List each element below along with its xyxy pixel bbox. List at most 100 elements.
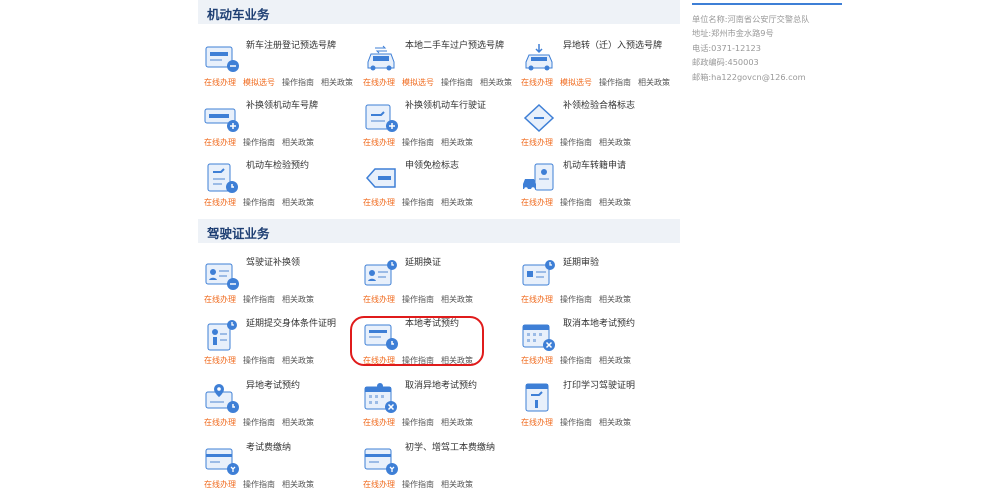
policy-link[interactable]: 相关政策 [441, 198, 473, 207]
policy-link[interactable]: 相关政策 [282, 418, 314, 427]
guide-link[interactable]: 操作指南 [402, 198, 434, 207]
service-title: 延期审验 [563, 258, 600, 268]
contact-phone: 电话:0371-12123 [692, 42, 761, 53]
contact-postcode: 邮政编码:450003 [692, 57, 759, 68]
online-link[interactable]: 在线办理 [363, 78, 395, 87]
online-link[interactable]: 在线办理 [204, 138, 236, 147]
online-link[interactable]: 在线办理 [363, 480, 395, 489]
guide-link[interactable]: 操作指南 [402, 295, 434, 304]
service-item-health-cert[interactable]: 延期提交身体条件证明 在线办理 操作指南 相关政策 [200, 318, 350, 366]
vehicle-transfer-icon [521, 162, 557, 194]
online-link[interactable]: 在线办理 [363, 138, 395, 147]
online-link[interactable]: 在线办理 [521, 418, 553, 427]
online-link[interactable]: 在线办理 [204, 418, 236, 427]
policy-link[interactable]: 相关政策 [599, 138, 631, 147]
policy-link[interactable]: 相关政策 [480, 78, 512, 87]
guide-link[interactable]: 操作指南 [560, 295, 592, 304]
guide-link[interactable]: 操作指南 [560, 198, 592, 207]
online-link[interactable]: 在线办理 [204, 295, 236, 304]
online-link[interactable]: 在线办理 [363, 198, 395, 207]
policy-link[interactable]: 相关政策 [321, 78, 353, 87]
service-item-license-extend[interactable]: 延期换证 在线办理 操作指南 相关政策 [359, 257, 509, 305]
car-transfer-icon [363, 42, 399, 74]
guide-link[interactable]: 操作指南 [282, 78, 314, 87]
service-item-review-extend[interactable]: 延期审验 在线办理 操作指南 相关政策 [517, 257, 667, 305]
service-title: 考试费缴纳 [246, 443, 292, 453]
service-title: 异地考试预约 [246, 381, 301, 391]
online-link[interactable]: 在线办理 [363, 418, 395, 427]
guide-link[interactable]: 操作指南 [243, 418, 275, 427]
guide-link[interactable]: 操作指南 [599, 78, 631, 87]
policy-link[interactable]: 相关政策 [599, 198, 631, 207]
policy-link[interactable]: 相关政策 [638, 78, 670, 87]
guide-link[interactable]: 操作指南 [402, 418, 434, 427]
service-item-vehicle-transfer[interactable]: 机动车转籍申请 在线办理 操作指南 相关政策 [517, 160, 667, 208]
policy-link[interactable]: 相关政策 [282, 480, 314, 489]
service-item-cancel-exam[interactable]: 取消本地考试预约 在线办理 操作指南 相关政策 [517, 318, 667, 366]
contact-address: 地址:郑州市金水路9号 [692, 28, 774, 39]
contact-email[interactable]: 邮箱:ha122govcn@126.com [692, 70, 809, 84]
service-item-local-transfer[interactable]: 本地二手车过户预选号牌 在线办理 模拟选号 操作指南 相关政策 [359, 40, 512, 88]
guide-link[interactable]: 操作指南 [243, 138, 275, 147]
service-title: 取消本地考试预约 [563, 319, 636, 329]
policy-link[interactable]: 相关政策 [441, 418, 473, 427]
service-title: 取消异地考试预约 [405, 381, 478, 391]
print-study-cert-icon [521, 382, 557, 414]
policy-link[interactable]: 相关政策 [441, 138, 473, 147]
online-link[interactable]: 在线办理 [204, 480, 236, 489]
guide-link[interactable]: 操作指南 [402, 138, 434, 147]
service-item-license-card[interactable]: 驾驶证补换领 在线办理 操作指南 相关政策 [200, 257, 350, 305]
online-link[interactable]: 在线办理 [521, 295, 553, 304]
service-item-remote-arrival[interactable]: 异地转（迁）入预选号牌 在线办理 模拟选号 操作指南 相关政策 [517, 40, 670, 88]
policy-link[interactable]: 相关政策 [282, 356, 314, 365]
guide-link[interactable]: 操作指南 [402, 480, 434, 489]
service-title: 异地转（迁）入预选号牌 [563, 41, 663, 51]
policy-link[interactable]: 相关政策 [599, 356, 631, 365]
policy-link[interactable]: 相关政策 [441, 295, 473, 304]
online-link[interactable]: 在线办理 [363, 295, 395, 304]
guide-link[interactable]: 操作指南 [560, 356, 592, 365]
guide-link[interactable]: 操作指南 [243, 480, 275, 489]
mock-select-link[interactable]: 模拟选号 [243, 78, 275, 87]
service-item-plate-replace[interactable]: 补换领机动车号牌 在线办理 操作指南 相关政策 [200, 100, 350, 148]
online-link[interactable]: 在线办理 [521, 356, 553, 365]
service-title: 补换领机动车行驶证 [405, 101, 487, 111]
mock-select-link[interactable]: 模拟选号 [402, 78, 434, 87]
online-link[interactable]: 在线办理 [521, 198, 553, 207]
service-item-inspection-appointment[interactable]: 机动车检验预约 在线办理 操作指南 相关政策 [200, 160, 350, 208]
service-item-inspection-mark[interactable]: 补领检验合格标志 在线办理 操作指南 相关政策 [517, 100, 667, 148]
service-item-exam-fee[interactable]: 考试费缴纳 在线办理 操作指南 相关政策 [200, 442, 350, 490]
policy-link[interactable]: 相关政策 [599, 295, 631, 304]
guide-link[interactable]: 操作指南 [441, 78, 473, 87]
service-item-cancel-remote-exam[interactable]: 取消异地考试预约 在线办理 操作指南 相关政策 [359, 380, 509, 428]
license-section-header: 驾驶证业务 [198, 219, 680, 243]
guide-link[interactable]: 操作指南 [243, 198, 275, 207]
policy-link[interactable]: 相关政策 [282, 295, 314, 304]
policy-link[interactable]: 相关政策 [282, 138, 314, 147]
policy-link[interactable]: 相关政策 [599, 418, 631, 427]
service-item-learner-fee[interactable]: 初学、增驾工本费缴纳 在线办理 操作指南 相关政策 [359, 442, 509, 490]
online-link[interactable]: 在线办理 [204, 356, 236, 365]
policy-link[interactable]: 相关政策 [282, 198, 314, 207]
vehicle-section-title: 机动车业务 [207, 7, 270, 22]
mock-select-link[interactable]: 模拟选号 [560, 78, 592, 87]
guide-link[interactable]: 操作指南 [243, 356, 275, 365]
service-item-new-car-plate[interactable]: 新车注册登记预选号牌 在线办理 模拟选号 操作指南 相关政策 [200, 40, 353, 88]
service-title: 本地二手车过户预选号牌 [405, 41, 505, 51]
online-link[interactable]: 在线办理 [204, 78, 236, 87]
online-link[interactable]: 在线办理 [204, 198, 236, 207]
exempt-mark-icon [363, 162, 399, 194]
contact-accent-line [692, 3, 842, 5]
guide-link[interactable]: 操作指南 [560, 138, 592, 147]
guide-link[interactable]: 操作指南 [560, 418, 592, 427]
guide-link[interactable]: 操作指南 [243, 295, 275, 304]
online-link[interactable]: 在线办理 [521, 78, 553, 87]
license-card-icon [204, 259, 240, 291]
service-item-license-replace[interactable]: 补换领机动车行驶证 在线办理 操作指南 相关政策 [359, 100, 509, 148]
cancel-exam-icon [521, 320, 557, 352]
policy-link[interactable]: 相关政策 [441, 480, 473, 489]
online-link[interactable]: 在线办理 [521, 138, 553, 147]
service-item-remote-exam[interactable]: 异地考试预约 在线办理 操作指南 相关政策 [200, 380, 350, 428]
service-item-exempt-mark[interactable]: 申领免检标志 在线办理 操作指南 相关政策 [359, 160, 509, 208]
service-item-print-study-cert[interactable]: 打印学习驾驶证明 在线办理 操作指南 相关政策 [517, 380, 667, 428]
